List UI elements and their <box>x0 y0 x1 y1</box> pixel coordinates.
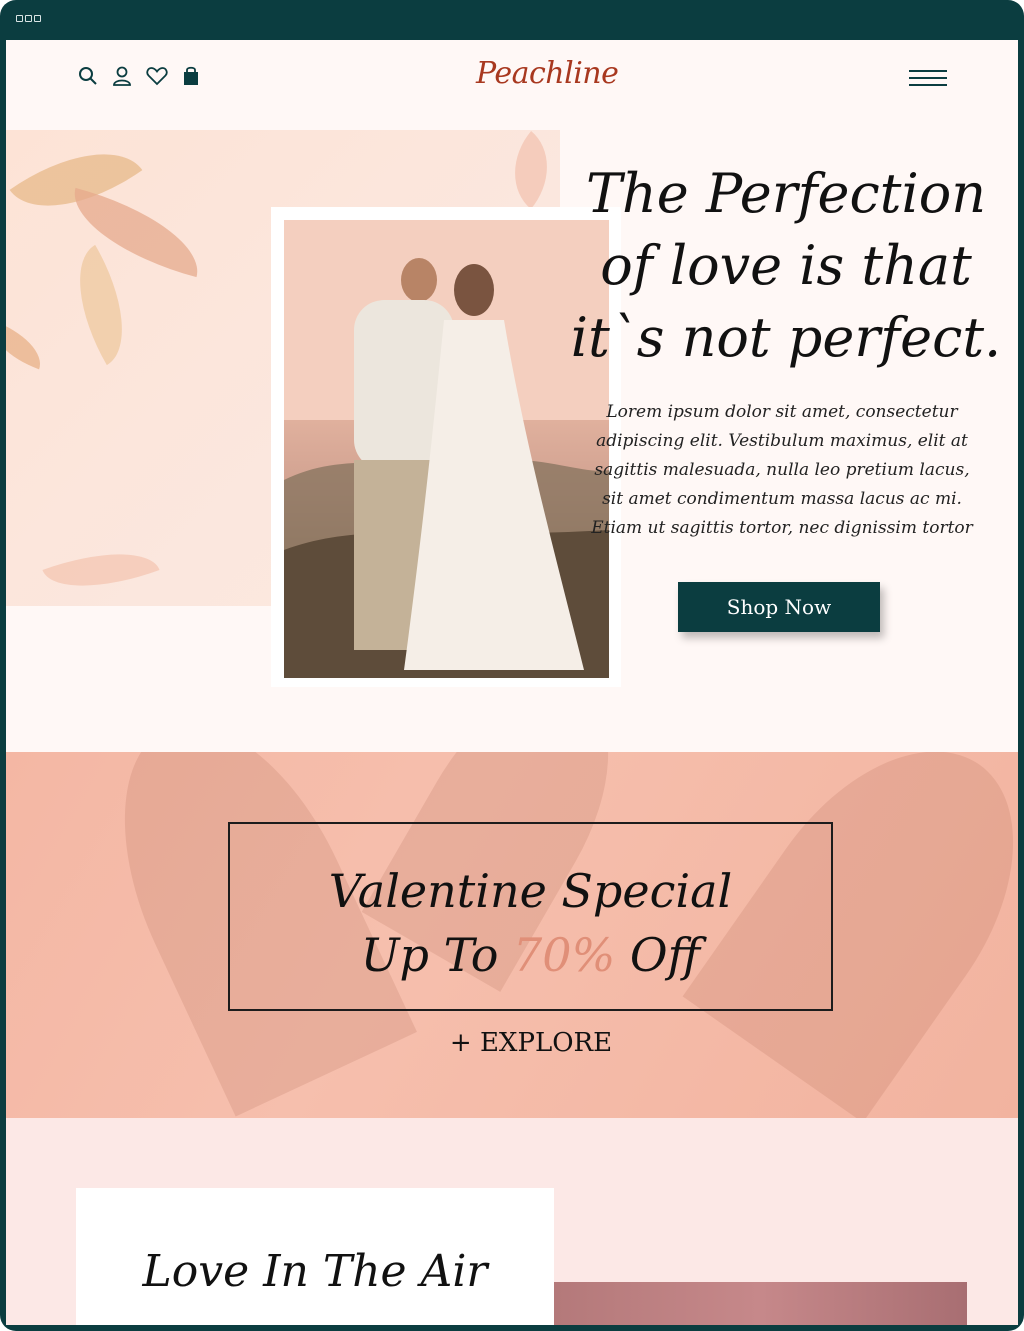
search-icon[interactable] <box>78 66 98 86</box>
section-image <box>554 1282 967 1325</box>
leaf-decoration <box>6 320 50 370</box>
section-title: Love In The Air <box>142 1246 488 1297</box>
shop-now-button[interactable]: Shop Now <box>678 582 880 632</box>
window-icon[interactable] <box>16 15 23 22</box>
window-icon[interactable] <box>34 15 41 22</box>
section-card: Love In The Air <box>76 1188 554 1325</box>
promo-banner: Valentine Special Up To 70% Off + EXPLOR… <box>6 752 1018 1118</box>
couple-photo <box>284 220 609 678</box>
header-icon-group <box>78 66 200 86</box>
promo-frame[interactable]: Valentine Special Up To 70% Off <box>228 822 833 1011</box>
window-icon[interactable] <box>25 15 32 22</box>
heart-icon[interactable] <box>146 66 168 86</box>
site-header: Peachline <box>6 40 1018 120</box>
promo-offer: Up To 70% Off <box>230 928 831 982</box>
promo-offer-suffix: Off <box>615 928 701 982</box>
leaf-decoration <box>492 130 560 210</box>
promo-headline: Valentine Special <box>328 864 733 918</box>
bag-icon[interactable] <box>182 66 200 86</box>
page-viewport: Peachline The Perfection of love is that… <box>6 40 1018 1325</box>
hamburger-menu-icon[interactable] <box>909 70 947 88</box>
promo-discount: 70% <box>513 928 616 982</box>
leaf-decoration <box>42 532 160 606</box>
window-controls <box>16 15 41 22</box>
hero-description: Lorem ipsum dolor sit amet, consectetur … <box>591 402 973 538</box>
promo-offer-prefix: Up To <box>360 928 514 982</box>
hero-title: The Perfection of love is that it`s not … <box>570 162 1002 369</box>
site-logo[interactable]: Peachline <box>476 56 619 91</box>
browser-frame: Peachline The Perfection of love is that… <box>0 0 1024 1331</box>
user-icon[interactable] <box>112 66 132 86</box>
leaf-decoration <box>51 244 151 366</box>
explore-link[interactable]: + EXPLORE <box>446 1028 616 1058</box>
